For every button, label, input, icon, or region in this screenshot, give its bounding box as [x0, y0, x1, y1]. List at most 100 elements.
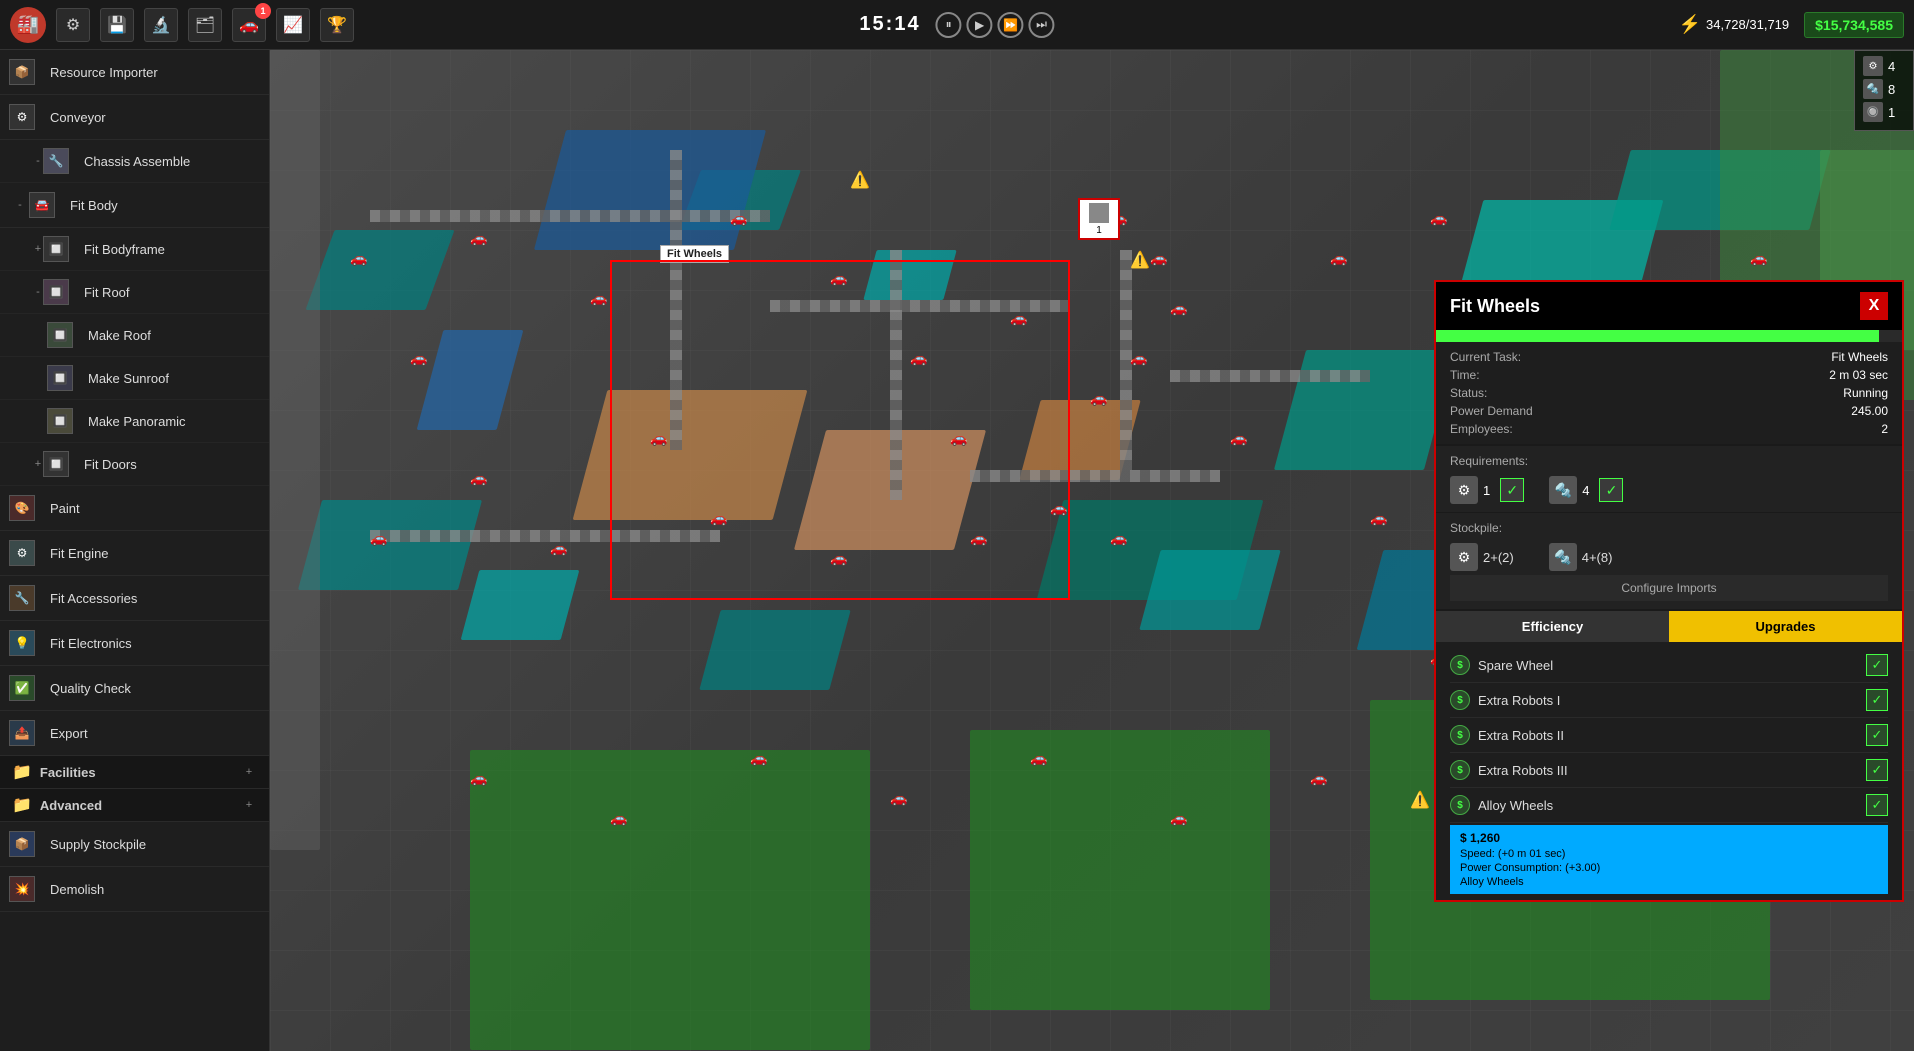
stock-amount-1: 2+(2) [1483, 550, 1514, 565]
fit-accessories-icon: 🔧 [12, 584, 40, 612]
fit-bodyframe-label: Fit Bodyframe [84, 242, 257, 257]
current-task-value: Fit Wheels [1671, 350, 1888, 364]
sidebar-item-advanced[interactable]: 📁 Advanced + [0, 789, 269, 822]
sidebar-item-make-roof[interactable]: 🔲 Make Roof [0, 314, 269, 357]
resource-row-2: 🔩 8 [1863, 79, 1905, 99]
upgrade-dollar-1: $ [1450, 655, 1470, 675]
time-value: 2 m 03 sec [1671, 368, 1888, 382]
money-display: $15,734,585 [1804, 12, 1904, 38]
sidebar-item-resource-importer[interactable]: 📦 Resource Importer [0, 50, 269, 95]
advanced-label: Advanced [40, 798, 241, 813]
stock-icon-2: 🔩 [1549, 543, 1577, 571]
station-indicator-1: 1 [1078, 198, 1120, 240]
faster-button[interactable]: ⏭ [1029, 12, 1055, 38]
quality-check-icon: ✅ [12, 674, 40, 702]
sidebar-item-facilities[interactable]: 📁 Facilities + [0, 756, 269, 789]
tooltip-power: Power Consumption: (+3.00) [1460, 862, 1878, 874]
resource-row-3: 🔘 1 [1863, 102, 1905, 122]
req-check-1: ✓ [1500, 478, 1524, 502]
upgrade-name-1: Spare Wheel [1478, 658, 1858, 673]
fit-bodyframe-icon: 🔲 [46, 235, 74, 263]
panel-progress-fill [1436, 330, 1879, 342]
sidebar-item-fit-electronics[interactable]: 💡 Fit Electronics [0, 621, 269, 666]
sidebar-item-chassis-assemble[interactable]: - 🔧 Chassis Assemble [0, 140, 269, 183]
upgrade-name-2: Extra Robots I [1478, 693, 1858, 708]
req-icon-1: ⚙ [1450, 476, 1478, 504]
panel-title-bar: Fit Wheels X [1436, 282, 1902, 330]
req-count-2: 4 [1582, 483, 1589, 498]
panel-close-button[interactable]: X [1860, 292, 1888, 320]
sidebar-item-fit-doors[interactable]: + 🔲 Fit Doors [0, 443, 269, 486]
sidebar-item-supply-stockpile[interactable]: 📦 Supply Stockpile [0, 822, 269, 867]
sidebar-item-fit-bodyframe[interactable]: + 🔲 Fit Bodyframe [0, 228, 269, 271]
advanced-folder-icon: 📁 [12, 795, 32, 815]
power-demand-label: Power Demand [1450, 404, 1667, 418]
upgrade-name-4: Extra Robots III [1478, 763, 1858, 778]
toolbar-research-icon[interactable]: 🔬 [144, 8, 178, 42]
fit-doors-icon: 🔲 [46, 450, 74, 478]
fit-engine-icon: ⚙ [12, 539, 40, 567]
supply-stockpile-icon: 📦 [12, 830, 40, 858]
requirements-row: ⚙ 1 ✓ 🔩 4 ✓ [1450, 476, 1888, 504]
upgrade-row-alloy-wheels: $ Alloy Wheels ✓ [1450, 788, 1888, 823]
play-button[interactable]: ▶ [967, 12, 993, 38]
upgrade-tooltip-container: $ 1,260 Speed: (+0 m 01 sec) Power Consu… [1450, 825, 1888, 894]
fit-accessories-label: Fit Accessories [50, 591, 257, 606]
fit-roof-label: Fit Roof [84, 285, 257, 300]
make-panoramic-label: Make Panoramic [88, 414, 257, 429]
upgrades-list: $ Spare Wheel ✓ $ Extra Robots I ✓ $ Ext… [1436, 642, 1902, 900]
sidebar-item-make-sunroof[interactable]: 🔲 Make Sunroof [0, 357, 269, 400]
resource-icon-1: ⚙ [1863, 56, 1883, 76]
toolbar-trophy-icon[interactable]: 🏆 [320, 8, 354, 42]
tab-upgrades[interactable]: Upgrades [1669, 611, 1902, 642]
status-label: Status: [1450, 386, 1667, 400]
tooltip-name: Alloy Wheels [1460, 876, 1878, 888]
upgrade-dollar-2: $ [1450, 690, 1470, 710]
facilities-expand-icon: + [241, 764, 257, 780]
panel-progress-bar [1436, 330, 1902, 342]
sidebar-item-conveyor[interactable]: ⚙ Conveyor [0, 95, 269, 140]
pause-button[interactable]: ⏸ [936, 12, 962, 38]
configure-imports-button[interactable]: Configure Imports [1450, 575, 1888, 601]
make-panoramic-icon: 🔲 [50, 407, 78, 435]
sidebar-item-fit-body[interactable]: - 🚘 Fit Body [0, 183, 269, 228]
power-display: 34,728/31,719 [1706, 17, 1789, 32]
toolbar-settings-icon[interactable]: ⚙ [56, 8, 90, 42]
power-bar: ⚡ 34,728/31,719 [1679, 14, 1790, 35]
sidebar-item-make-panoramic[interactable]: 🔲 Make Panoramic [0, 400, 269, 443]
resource-display: ⚙ 4 🔩 8 🔘 1 [1854, 50, 1914, 131]
make-sunroof-label: Make Sunroof [88, 371, 257, 386]
toolbar-layers-icon[interactable]: 🗂 [188, 8, 222, 42]
fit-wheels-panel: Fit Wheels X Current Task: Fit Wheels Ti… [1434, 280, 1904, 902]
resource-importer-label: Resource Importer [50, 65, 257, 80]
toolbar-save-icon[interactable]: 💾 [100, 8, 134, 42]
sidebar-item-paint[interactable]: 🎨 Paint [0, 486, 269, 531]
app-logo[interactable]: 🏭 [10, 7, 46, 43]
conveyor-label: Conveyor [50, 110, 257, 125]
fit-body-label: Fit Body [70, 198, 257, 213]
game-time: 15:14 [859, 13, 920, 36]
sidebar-item-fit-engine[interactable]: ⚙ Fit Engine [0, 531, 269, 576]
upgrade-check-5: ✓ [1866, 794, 1888, 816]
upgrade-row-extra-robots-1: $ Extra Robots I ✓ [1450, 683, 1888, 718]
selection-box-fit-wheels [610, 260, 1070, 600]
sidebar-item-quality-check[interactable]: ✅ Quality Check [0, 666, 269, 711]
toolbar-stats-icon[interactable]: 📈 [276, 8, 310, 42]
sidebar-item-demolish[interactable]: 💥 Demolish [0, 867, 269, 912]
export-label: Export [50, 726, 257, 741]
supply-stockpile-label: Supply Stockpile [50, 837, 257, 852]
sidebar-item-fit-accessories[interactable]: 🔧 Fit Accessories [0, 576, 269, 621]
toolbar-car-icon[interactable]: 🚗 1 [232, 8, 266, 42]
sidebar-item-fit-roof[interactable]: - 🔲 Fit Roof [0, 271, 269, 314]
facilities-label: Facilities [40, 765, 241, 780]
upgrade-check-2: ✓ [1866, 689, 1888, 711]
resource-count-1: 4 [1888, 59, 1895, 74]
toolbar-center: 15:14 ⏸ ▶ ⏩ ⏭ [859, 12, 1054, 38]
upgrade-tooltip: $ 1,260 Speed: (+0 m 01 sec) Power Consu… [1450, 825, 1888, 894]
resource-icon-3: 🔘 [1863, 102, 1883, 122]
fast-forward-button[interactable]: ⏩ [998, 12, 1024, 38]
upgrade-check-3: ✓ [1866, 724, 1888, 746]
fit-electronics-icon: 💡 [12, 629, 40, 657]
tab-efficiency[interactable]: Efficiency [1436, 611, 1669, 642]
sidebar-item-export[interactable]: 📤 Export [0, 711, 269, 756]
